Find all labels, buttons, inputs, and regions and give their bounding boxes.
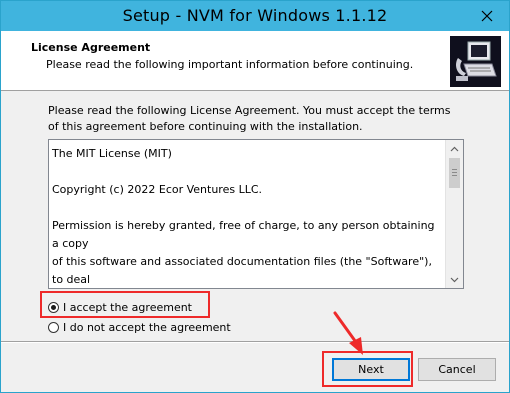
decline-agreement-label: I do not accept the agreement — [63, 321, 231, 334]
scroll-down-button[interactable] — [446, 271, 463, 288]
footer-divider — [1, 341, 509, 343]
license-text-area[interactable]: The MIT License (MIT) Copyright (c) 2022… — [48, 139, 464, 289]
page-title: License Agreement — [31, 41, 151, 54]
radio-button-selected[interactable] — [48, 302, 59, 313]
scroll-thumb[interactable] — [449, 158, 460, 188]
close-button[interactable] — [464, 1, 509, 31]
accept-agreement-radio[interactable]: I accept the agreement — [48, 301, 192, 314]
window-title: Setup - NVM for Windows 1.1.12 — [122, 6, 388, 25]
page-subtitle: Please read the following important info… — [46, 58, 414, 71]
title-bar[interactable]: Setup - NVM for Windows 1.1.12 — [1, 1, 509, 31]
license-content: The MIT License (MIT) Copyright (c) 2022… — [52, 147, 435, 286]
setup-window: Setup - NVM for Windows 1.1.12 License A… — [0, 0, 510, 393]
chevron-down-icon — [450, 277, 459, 282]
accept-agreement-label: I accept the agreement — [63, 301, 192, 314]
vertical-scrollbar[interactable] — [445, 140, 463, 288]
decline-agreement-radio[interactable]: I do not accept the agreement — [48, 321, 231, 334]
license-intro-text: Please read the following License Agreem… — [48, 104, 451, 133]
close-icon — [481, 10, 492, 22]
chevron-up-icon — [450, 146, 459, 151]
annotation-arrow-icon — [333, 311, 363, 355]
scroll-up-button[interactable] — [446, 140, 463, 157]
computer-setup-icon — [450, 36, 501, 87]
cancel-button[interactable]: Cancel — [418, 358, 496, 381]
radio-button-unselected[interactable] — [48, 322, 59, 333]
next-button[interactable]: Next — [332, 358, 410, 381]
page-header: License Agreement Please read the follow… — [1, 31, 509, 91]
